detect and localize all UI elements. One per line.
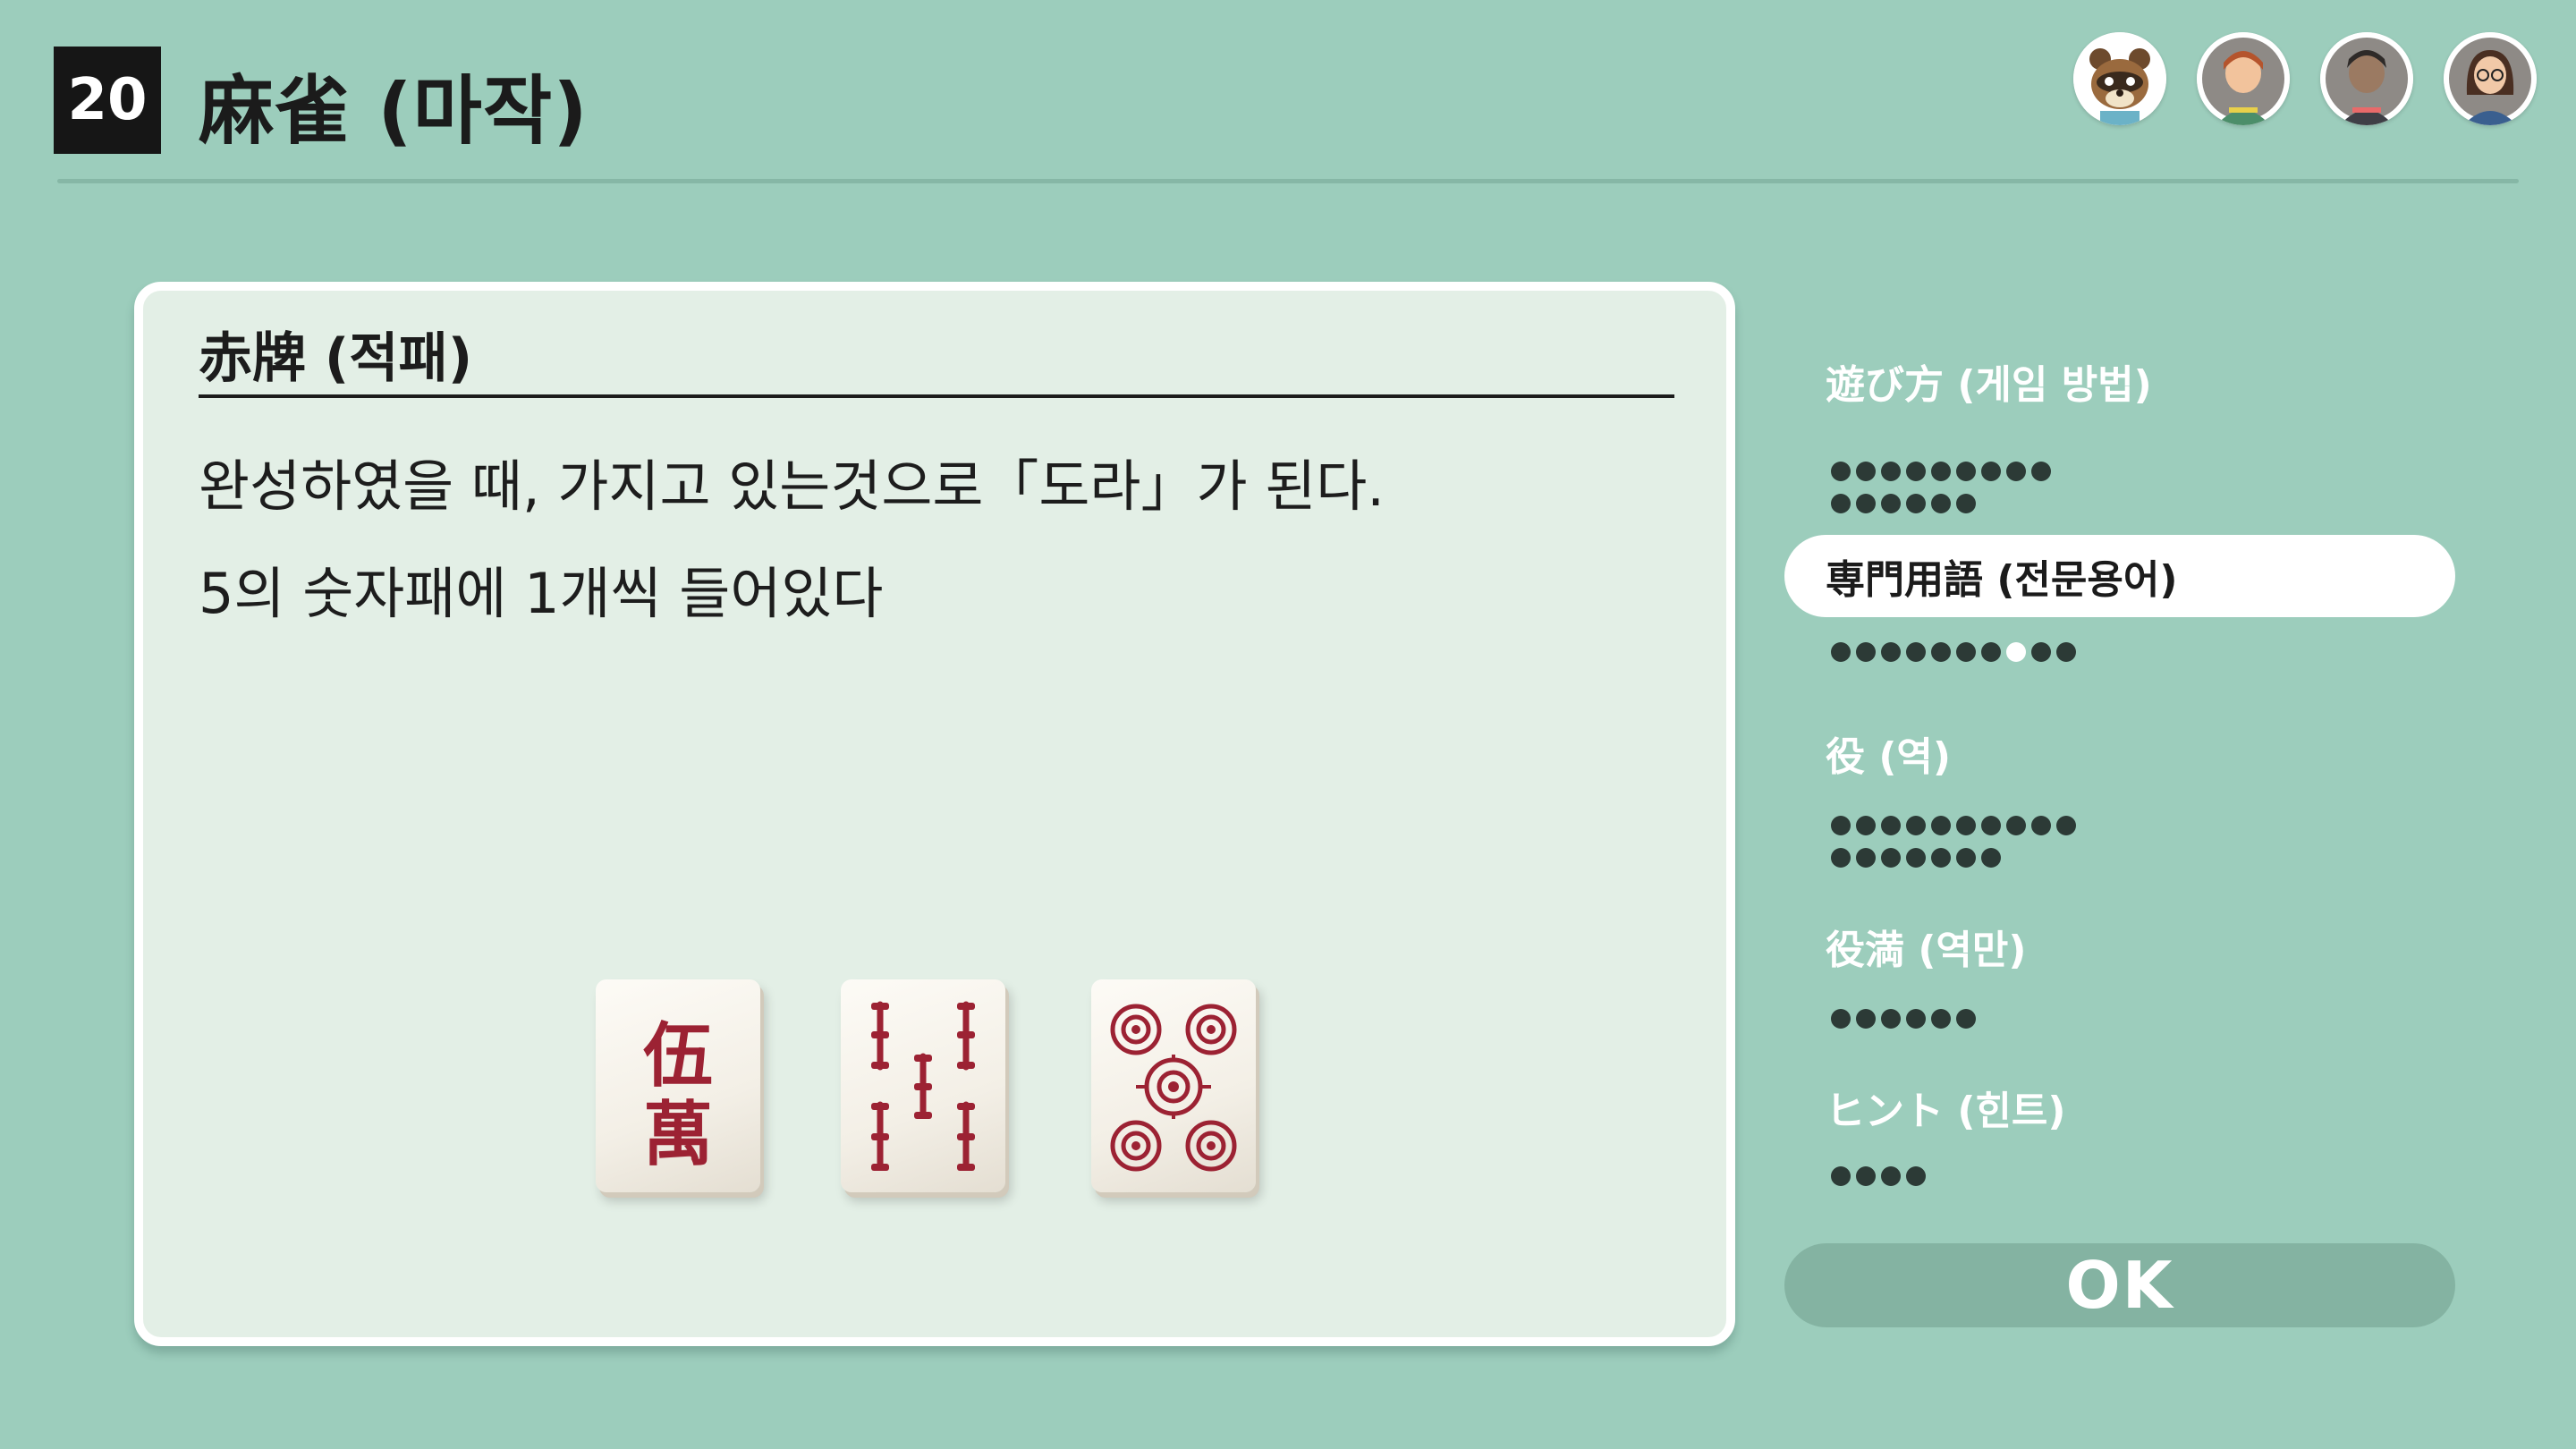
page-dot[interactable] bbox=[1881, 1009, 1901, 1029]
page-dot[interactable] bbox=[1931, 1009, 1951, 1029]
page-dot[interactable] bbox=[1856, 1009, 1876, 1029]
page-dot[interactable] bbox=[1906, 462, 1926, 481]
page-dot[interactable] bbox=[1931, 848, 1951, 868]
player-avatar-red-hair[interactable] bbox=[2197, 32, 2290, 125]
tile-glyph-top: 伍 bbox=[643, 1015, 713, 1097]
category-label: 遊び方 (게임 방법) bbox=[1826, 362, 2152, 408]
page-dot[interactable] bbox=[2031, 816, 2051, 835]
page-dot[interactable] bbox=[1906, 848, 1926, 868]
page-dot[interactable] bbox=[1881, 848, 1901, 868]
page-dot[interactable] bbox=[1856, 642, 1876, 662]
page-dot[interactable] bbox=[1881, 642, 1901, 662]
header-divider bbox=[57, 179, 2519, 183]
page-dot[interactable] bbox=[1931, 494, 1951, 513]
game-title: 麻雀 (마작) bbox=[199, 66, 589, 155]
page-dot[interactable] bbox=[1906, 1166, 1926, 1186]
category-yakuman[interactable]: 役満 (역만) bbox=[1784, 905, 2455, 987]
tile-glyph-bottom: 萬 bbox=[643, 1094, 713, 1175]
category-hints[interactable]: ヒント (힌트) bbox=[1784, 1066, 2455, 1148]
page-dot[interactable] bbox=[1956, 848, 1976, 868]
page-dot[interactable] bbox=[1881, 462, 1901, 481]
player-icon bbox=[2197, 32, 2290, 125]
page-dot[interactable] bbox=[1831, 848, 1851, 868]
page-dot[interactable] bbox=[1881, 494, 1901, 513]
page-dot[interactable] bbox=[1906, 494, 1926, 513]
page-dot[interactable] bbox=[2056, 642, 2076, 662]
category-label: 役満 (역만) bbox=[1826, 928, 2027, 973]
character-tile-icon: 伍 萬 bbox=[643, 1015, 713, 1175]
page-dot[interactable] bbox=[1831, 462, 1851, 481]
term-heading: 赤牌 (적패) bbox=[199, 326, 473, 390]
red-five-character-tile: 伍 萬 bbox=[596, 979, 760, 1192]
page-dot[interactable] bbox=[1856, 494, 1876, 513]
term-detail-panel: 赤牌 (적패) 완성하였을 때, 가지고 있는것으로「도라」가 된다. 5의 숫… bbox=[134, 282, 1735, 1346]
category-label: ヒント (힌트) bbox=[1826, 1089, 2066, 1134]
category-label: 役 (역) bbox=[1826, 734, 1952, 780]
page-dot[interactable] bbox=[1931, 462, 1951, 481]
heading-divider bbox=[199, 394, 1674, 398]
game-number-badge: 20 bbox=[54, 47, 161, 154]
page-dot[interactable] bbox=[1856, 816, 1876, 835]
category-how-to-play[interactable]: 遊び方 (게임 방법) bbox=[1784, 340, 2455, 422]
circle-tile-icon bbox=[1110, 1004, 1237, 1172]
page-dot[interactable] bbox=[1906, 1009, 1926, 1029]
page-dot[interactable] bbox=[1956, 494, 1976, 513]
page-dot[interactable] bbox=[1856, 848, 1876, 868]
page-dot[interactable] bbox=[1831, 494, 1851, 513]
player-icon bbox=[2444, 32, 2537, 125]
page-dot[interactable] bbox=[1881, 1166, 1901, 1186]
page-dot[interactable] bbox=[2006, 816, 2026, 835]
page-dot[interactable] bbox=[1981, 462, 2001, 481]
player-avatar-glasses[interactable] bbox=[2444, 32, 2537, 125]
page-dot[interactable] bbox=[1831, 642, 1851, 662]
tom-nook-avatar[interactable] bbox=[2073, 32, 2166, 125]
player-avatar-dark-hair[interactable] bbox=[2320, 32, 2413, 125]
player-icon bbox=[2320, 32, 2413, 125]
page-dot[interactable] bbox=[2006, 462, 2026, 481]
page-dot[interactable] bbox=[1906, 816, 1926, 835]
category-yaku[interactable]: 役 (역) bbox=[1784, 712, 2455, 794]
term-description-line: 완성하였을 때, 가지고 있는것으로「도라」가 된다. bbox=[199, 453, 1385, 519]
tanuki-icon bbox=[2073, 32, 2166, 125]
category-label: 専門用語 (전문용어) bbox=[1826, 557, 2178, 603]
ok-button[interactable]: OK bbox=[1784, 1243, 2455, 1327]
page-dot[interactable] bbox=[1981, 816, 2001, 835]
player-avatars bbox=[2073, 32, 2538, 131]
page-dot[interactable] bbox=[2031, 462, 2051, 481]
page-dot[interactable] bbox=[1831, 816, 1851, 835]
page-dot[interactable] bbox=[1931, 816, 1951, 835]
page-dot[interactable] bbox=[1856, 1166, 1876, 1186]
page-dot[interactable] bbox=[1956, 816, 1976, 835]
red-five-bamboo-tile bbox=[841, 979, 1005, 1192]
page-dot[interactable] bbox=[1831, 1166, 1851, 1186]
page-dot[interactable] bbox=[1906, 642, 1926, 662]
page-dot[interactable] bbox=[1981, 848, 2001, 868]
category-terminology[interactable]: 専門用語 (전문용어) bbox=[1784, 535, 2455, 617]
page-dot[interactable] bbox=[1956, 642, 1976, 662]
term-description-line: 5의 숫자패에 1개씩 들어있다 bbox=[199, 561, 884, 626]
page-dot[interactable] bbox=[1956, 1009, 1976, 1029]
page-dot[interactable] bbox=[1881, 816, 1901, 835]
bamboo-tile-icon bbox=[871, 1001, 975, 1171]
page-dot[interactable] bbox=[1931, 642, 1951, 662]
page-dot[interactable] bbox=[1831, 1009, 1851, 1029]
page-dot[interactable] bbox=[1856, 462, 1876, 481]
page-dot[interactable] bbox=[2056, 816, 2076, 835]
red-five-circle-tile bbox=[1091, 979, 1256, 1192]
page-dot[interactable] bbox=[2006, 642, 2026, 662]
page-dot[interactable] bbox=[1956, 462, 1976, 481]
page-dot[interactable] bbox=[1981, 642, 2001, 662]
page-dot[interactable] bbox=[2031, 642, 2051, 662]
